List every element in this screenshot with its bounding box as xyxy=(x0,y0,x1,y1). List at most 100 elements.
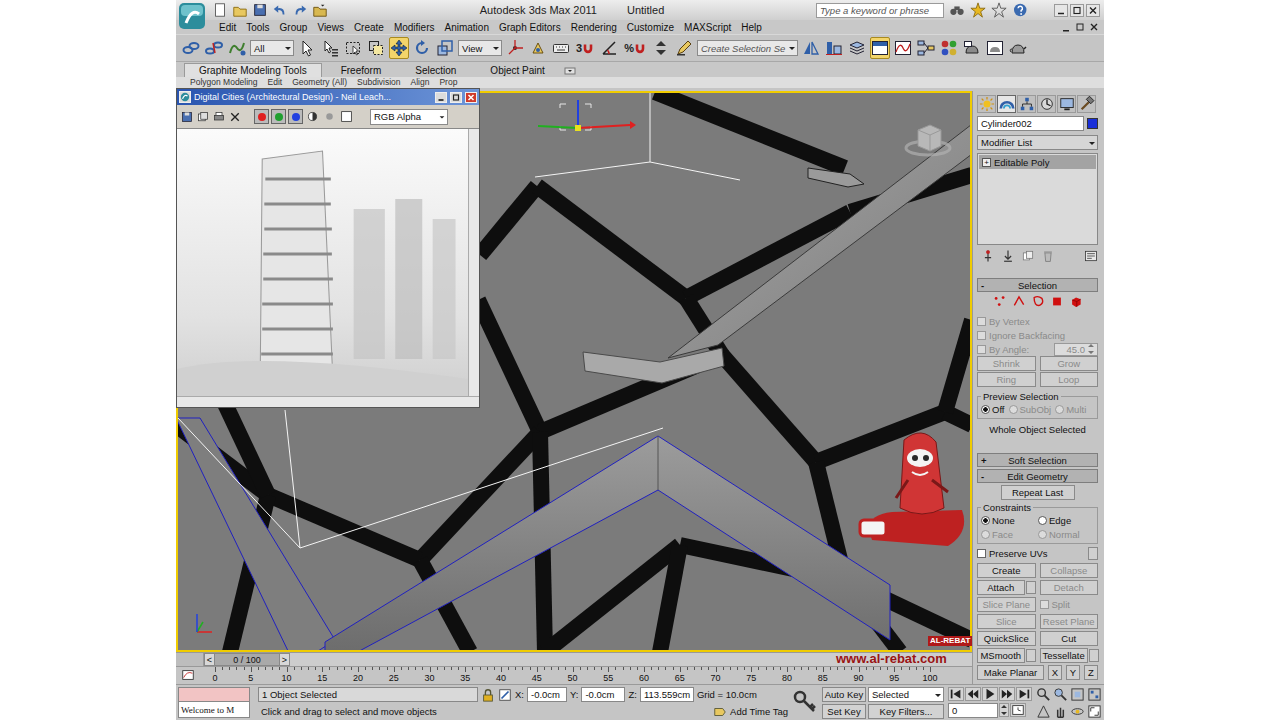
zoom-all-icon[interactable] xyxy=(1053,687,1068,702)
button[interactable]: QuickSlice xyxy=(977,631,1036,646)
ribbon-panel[interactable]: Polygon Modeling xyxy=(190,77,258,87)
object-color-swatch[interactable] xyxy=(1087,118,1098,129)
previous-frame-icon[interactable] xyxy=(965,687,981,701)
vertex-icon[interactable] xyxy=(992,294,1008,309)
polygon-icon[interactable] xyxy=(1049,294,1065,309)
menu-item[interactable]: Group xyxy=(275,21,313,34)
ribbon-tab[interactable]: Graphite Modeling Tools xyxy=(184,63,322,77)
mirror-button[interactable] xyxy=(801,37,821,59)
open-file-icon[interactable] xyxy=(232,2,248,18)
coord-field[interactable]: 113.559cm xyxy=(640,687,694,702)
layer-manager-button[interactable] xyxy=(847,37,867,59)
time-tag-icon[interactable] xyxy=(713,705,727,719)
angle-snap-button[interactable] xyxy=(599,37,619,59)
axis-button[interactable]: X xyxy=(1048,665,1062,680)
add-time-tag[interactable]: Add Time Tag xyxy=(730,706,788,717)
redo-icon[interactable] xyxy=(292,2,308,18)
ribbon-tab[interactable]: Object Paint xyxy=(475,63,559,77)
button[interactable]: Attach xyxy=(977,580,1025,595)
button[interactable]: Create xyxy=(977,563,1036,578)
command-panel-tab[interactable] xyxy=(977,95,996,113)
track-bar[interactable]: 0510152025303540455055606570758085909510… xyxy=(176,666,972,684)
listener-output[interactable]: Welcome to M xyxy=(179,702,249,717)
command-panel-tab[interactable] xyxy=(1017,95,1036,113)
undo-icon[interactable] xyxy=(272,2,288,18)
orbit-icon[interactable] xyxy=(1070,704,1085,719)
render-setup-button[interactable] xyxy=(962,37,982,59)
material-editor-button[interactable] xyxy=(939,37,959,59)
auto-key-button[interactable]: Auto Key xyxy=(822,687,866,702)
maximize-icon[interactable] xyxy=(450,92,462,103)
menu-item[interactable]: Tools xyxy=(241,21,274,34)
constraint-option[interactable]: Edge xyxy=(1038,514,1095,526)
spinner-snap-button[interactable] xyxy=(651,37,671,59)
menu-item[interactable]: Create xyxy=(349,21,389,34)
snap-toggle[interactable]: % xyxy=(622,37,648,59)
go-to-start-icon[interactable] xyxy=(948,687,964,701)
radio-button[interactable] xyxy=(1038,516,1047,525)
zoom-icon[interactable] xyxy=(1036,687,1051,702)
mini-curve-editor-icon[interactable] xyxy=(180,668,196,682)
edit-named-selection-button[interactable] xyxy=(674,37,694,59)
rendered-frame-button[interactable] xyxy=(985,37,1005,59)
command-panel-tab[interactable] xyxy=(1077,95,1096,113)
selection-rollout-header[interactable]: -Selection xyxy=(977,278,1098,292)
modifier-stack[interactable]: +Editable Poly xyxy=(977,153,1098,245)
menu-item[interactable]: Help xyxy=(736,21,767,34)
horizontal-scrollbar[interactable] xyxy=(177,396,479,407)
star-outline-icon[interactable] xyxy=(991,2,1007,18)
show-end-result-icon[interactable] xyxy=(1001,249,1015,263)
coord-field[interactable]: -0.0cm xyxy=(581,687,625,702)
menu-item[interactable]: Graph Editors xyxy=(494,21,566,34)
unlink-button[interactable] xyxy=(204,37,224,59)
monochrome-icon[interactable] xyxy=(305,109,320,124)
time-configuration-icon[interactable] xyxy=(1010,703,1026,717)
radio-button[interactable] xyxy=(981,516,990,525)
constraint-option[interactable]: None xyxy=(981,514,1038,526)
stack-item[interactable]: +Editable Poly xyxy=(979,155,1096,169)
next-frame-button[interactable]: > xyxy=(279,653,290,666)
menu-item[interactable]: MAXScript xyxy=(679,21,736,34)
align-button[interactable] xyxy=(824,37,844,59)
lock-selection-icon[interactable] xyxy=(481,688,495,702)
background-color-icon[interactable] xyxy=(339,109,354,124)
alpha-channel-icon[interactable] xyxy=(322,109,337,124)
ribbon-panel[interactable]: Prop xyxy=(439,77,457,87)
remove-modifier-icon[interactable] xyxy=(1041,249,1055,263)
select-by-name-button[interactable] xyxy=(320,37,340,59)
ribbon-options-icon[interactable] xyxy=(564,65,576,77)
previous-frame-button[interactable]: < xyxy=(204,653,215,666)
save-file-icon[interactable] xyxy=(252,2,268,18)
clear-icon[interactable] xyxy=(228,110,242,124)
field-of-view-icon[interactable] xyxy=(1036,704,1051,719)
doc-minimize-icon[interactable] xyxy=(1060,21,1072,33)
menu-item[interactable]: Modifiers xyxy=(389,21,440,34)
frame-spinner-icon[interactable] xyxy=(999,703,1009,717)
select-object-button[interactable] xyxy=(297,37,317,59)
project-folder-icon[interactable] xyxy=(312,2,328,18)
ribbon-panel[interactable]: Align xyxy=(411,77,430,87)
set-key-button[interactable]: Set Key xyxy=(822,704,866,719)
graphite-ribbon-button[interactable] xyxy=(870,37,890,59)
button[interactable]: Cut xyxy=(1040,631,1099,646)
save-image-icon[interactable] xyxy=(180,110,194,124)
listener-input[interactable] xyxy=(179,688,249,702)
bind-spacewarp-button[interactable] xyxy=(227,37,247,59)
radio-button[interactable] xyxy=(981,405,990,414)
move-button[interactable] xyxy=(389,37,409,59)
set-key-icon[interactable] xyxy=(792,687,818,717)
menu-item[interactable]: Edit xyxy=(214,21,241,34)
element-icon[interactable] xyxy=(1068,294,1084,309)
edit-geometry-header[interactable]: -Edit Geometry xyxy=(977,469,1098,483)
pivot-center-button[interactable] xyxy=(505,37,525,59)
command-panel-tab[interactable] xyxy=(1037,95,1056,113)
close-icon[interactable] xyxy=(1086,4,1100,17)
rectangular-selection-button[interactable] xyxy=(343,37,363,59)
maximize-viewport-icon[interactable] xyxy=(1087,704,1102,719)
command-panel-tab[interactable] xyxy=(1057,95,1076,113)
button[interactable]: Tessellate xyxy=(1040,648,1088,663)
doc-restore-icon[interactable] xyxy=(1074,21,1086,33)
command-panel-tab[interactable] xyxy=(997,95,1016,113)
ribbon-panel[interactable]: Subdivision xyxy=(357,77,400,87)
key-mode-dropdown[interactable]: Selected xyxy=(868,687,944,702)
